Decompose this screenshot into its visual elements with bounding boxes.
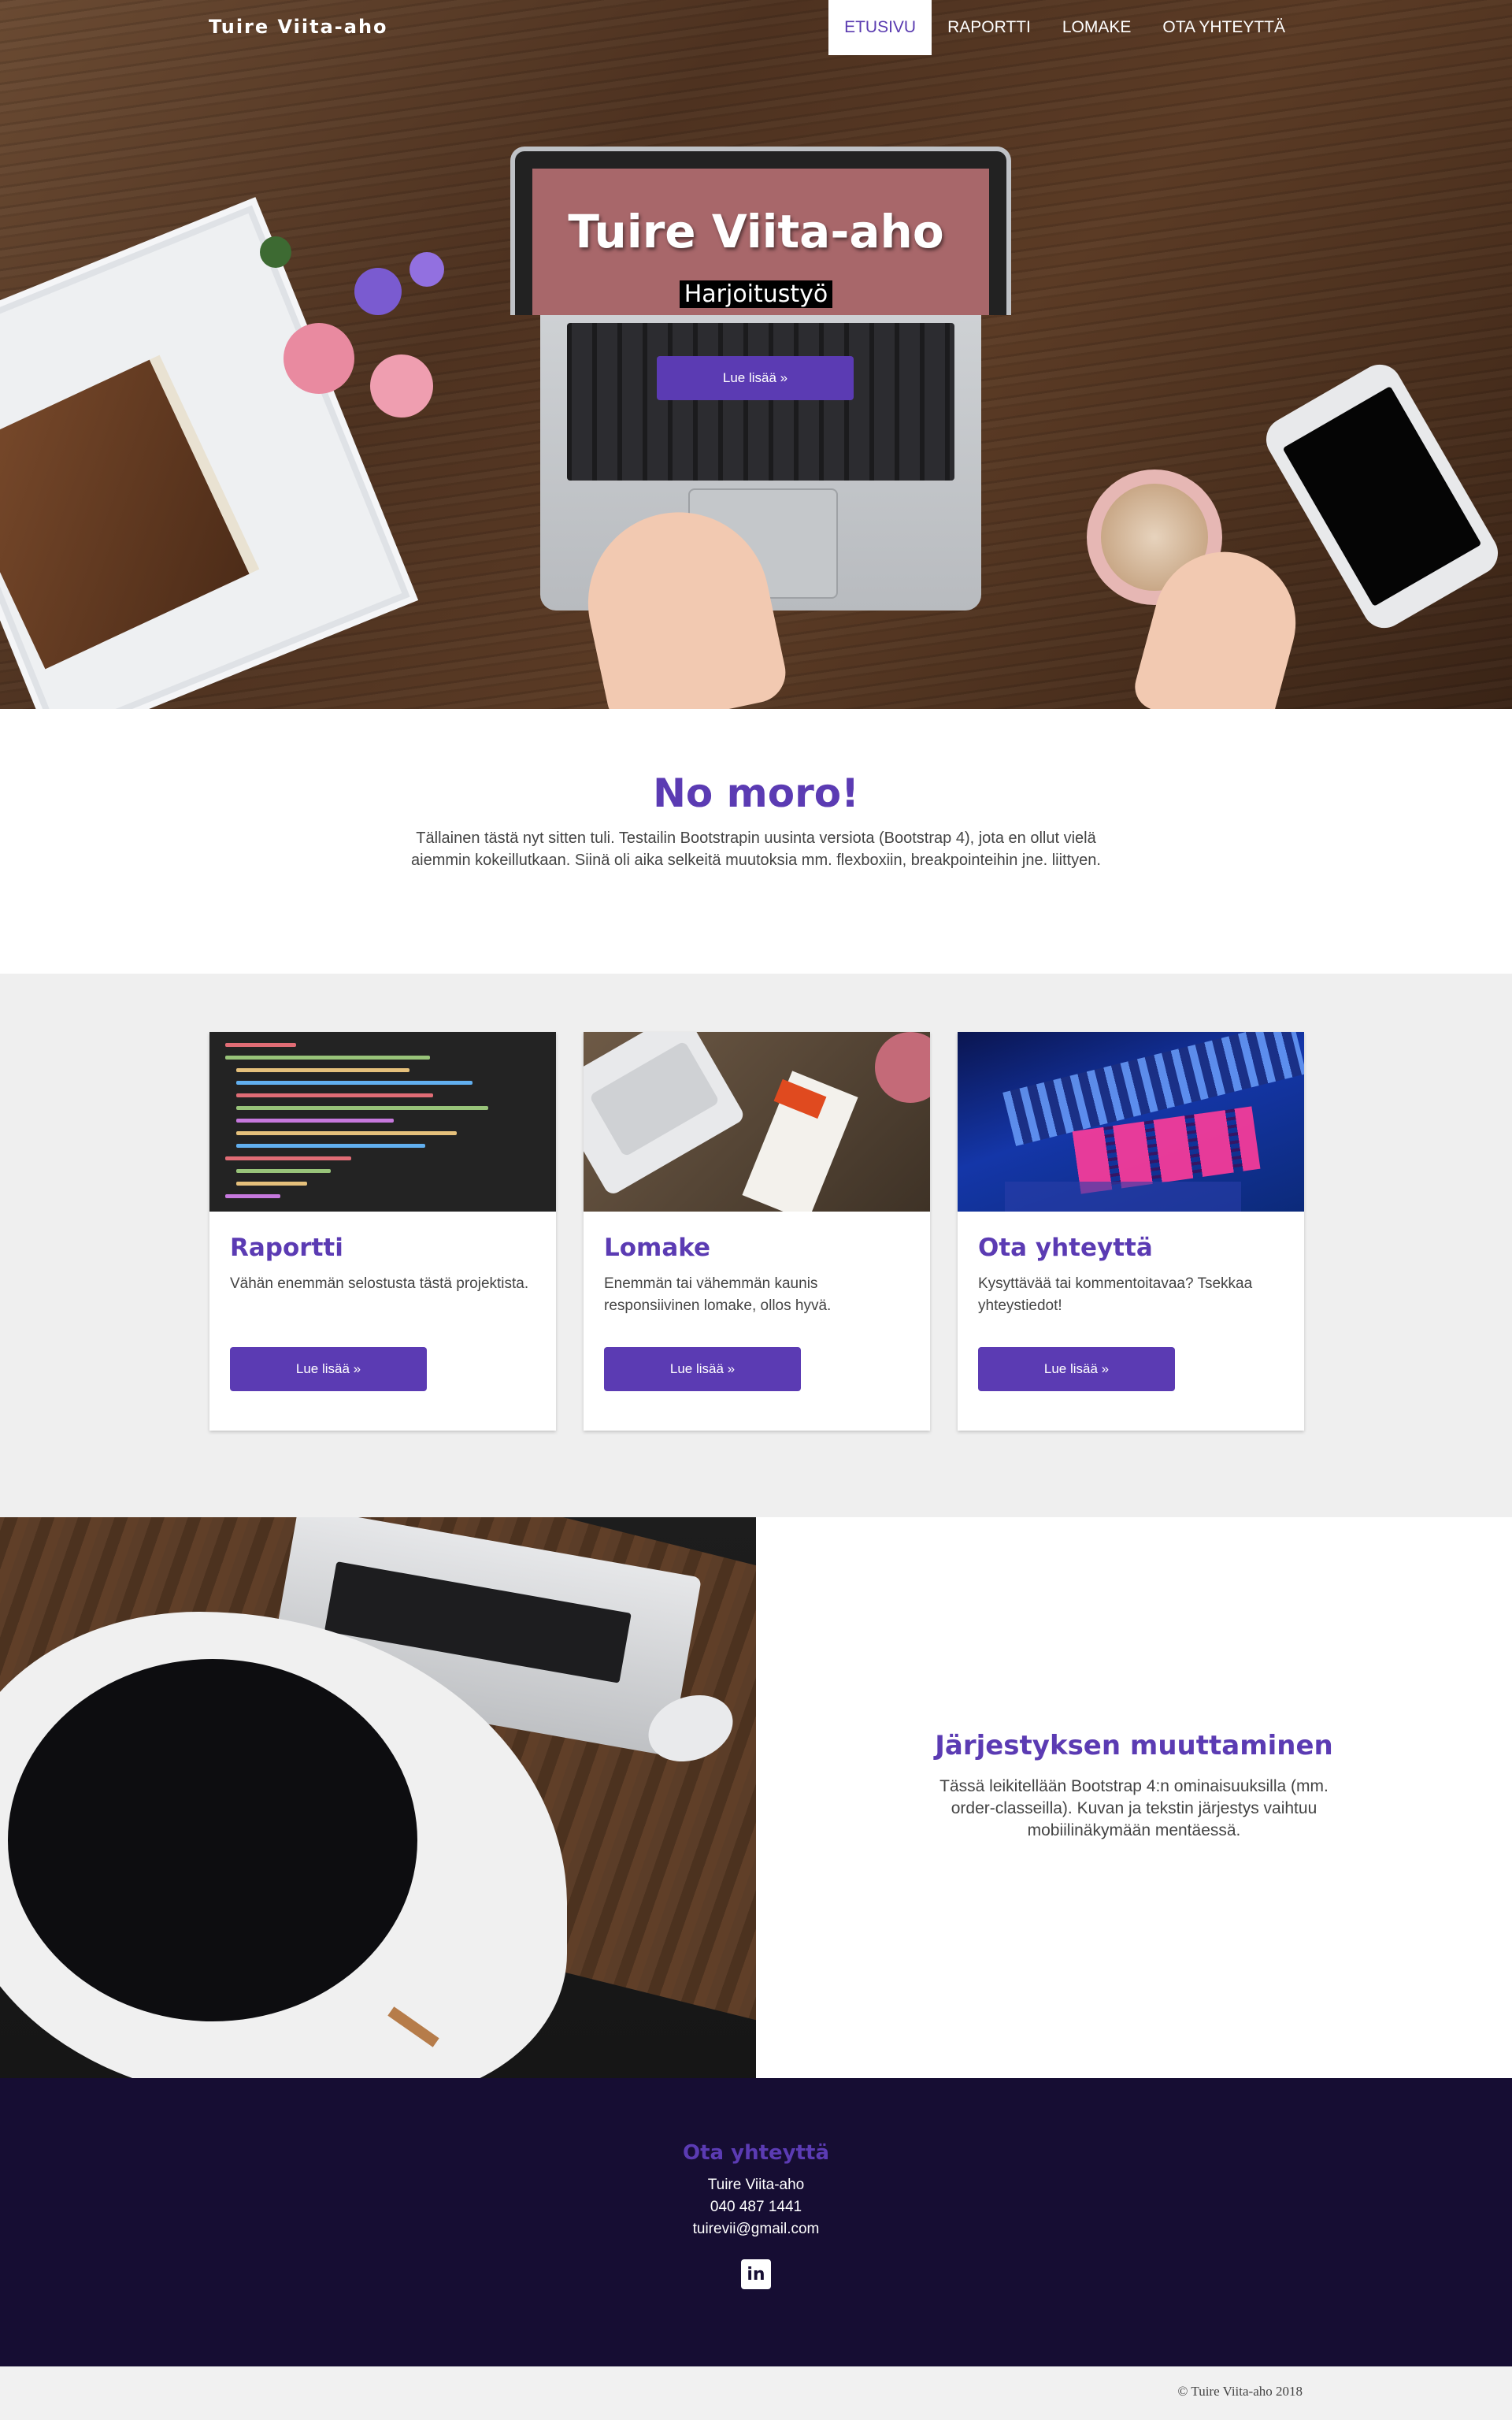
card-read-more-button[interactable]: Lue lisää »	[230, 1347, 427, 1391]
footer-email[interactable]: tuirevii@gmail.com	[0, 2218, 1512, 2240]
linkedin-icon[interactable]: in	[741, 2259, 771, 2289]
footer-phone: 040 487 1441	[710, 2199, 802, 2215]
card-read-more-button[interactable]: Lue lisää »	[604, 1347, 801, 1391]
card-image-desk	[584, 1032, 930, 1212]
hero-phone	[1258, 356, 1506, 637]
card-text: Enemmän tai vähemmän kaunis responsiivin…	[604, 1275, 832, 1314]
split-photo-desk	[0, 1517, 756, 2078]
card-title: Lomake	[604, 1234, 711, 1262]
card-title: Raportti	[230, 1234, 343, 1262]
hero-keyboard	[567, 323, 954, 481]
split-section: Järjestyksen muuttaminen Tässä leikitell…	[0, 1517, 1512, 2078]
footer-name: Tuire Viita-aho	[707, 2177, 805, 2193]
card-image-code	[209, 1032, 556, 1212]
card-read-more-button[interactable]: Lue lisää »	[978, 1347, 1175, 1391]
hero-subtitle-wrap: Harjoitustyö	[0, 280, 1512, 308]
split-text-block: Järjestyksen muuttaminen Tässä leikitell…	[756, 1517, 1512, 2078]
intro-heading: No moro!	[653, 770, 859, 816]
card-lomake: Lomake Enemmän tai vähemmän kaunis respo…	[584, 1032, 930, 1431]
navbar-brand[interactable]: Tuire Viita-aho	[209, 16, 388, 38]
card-text: Vähän enemmän selostusta tästä projektis…	[230, 1275, 529, 1292]
copyright-text: © Tuire Viita-aho 2018	[1177, 2384, 1303, 2399]
top-navbar: Tuire Viita-aho ETUSIVU RAPORTTI LOMAKE …	[0, 0, 1512, 55]
card-text: Kysyttävää tai kommentoitavaa? Tsekkaa y…	[978, 1275, 1253, 1314]
split-text: Tässä leikitellään Bootstrap 4:n ominais…	[939, 1777, 1329, 1839]
copyright-bar: © Tuire Viita-aho 2018	[0, 2366, 1512, 2420]
footer-heading: Ota yhteyttä	[683, 2141, 829, 2165]
nav-item-raportti[interactable]: RAPORTTI	[932, 0, 1047, 55]
hero-read-more-button[interactable]: Lue lisää »	[657, 356, 854, 400]
hero-section: Tuire Viita-aho ETUSIVU RAPORTTI LOMAKE …	[0, 0, 1512, 709]
nav-item-etusivu[interactable]: ETUSIVU	[828, 0, 932, 55]
hero-title: Tuire Viita-aho	[568, 205, 944, 258]
hero-subtitle: Harjoitustyö	[679, 280, 833, 308]
nav-item-lomake[interactable]: LOMAKE	[1047, 0, 1147, 55]
card-raportti: Raportti Vähän enemmän selostusta tästä …	[209, 1032, 556, 1431]
nav-item-ota-yhteytta[interactable]: OTA YHTEYTTÄ	[1147, 0, 1301, 55]
split-heading: Järjestyksen muuttaminen	[935, 1730, 1333, 1761]
nav-menu: ETUSIVU RAPORTTI LOMAKE OTA YHTEYTTÄ	[828, 0, 1301, 55]
card-title: Ota yhteyttä	[978, 1234, 1153, 1262]
card-image-music	[958, 1032, 1304, 1212]
cards-section: Raportti Vähän enemmän selostusta tästä …	[0, 974, 1512, 1517]
intro-text: Tällainen tästä nyt sitten tuli. Testail…	[411, 830, 1101, 869]
intro-section: No moro! Tällainen tästä nyt sitten tuli…	[0, 709, 1512, 974]
card-ota-yhteytta: Ota yhteyttä Kysyttävää tai kommentoitav…	[958, 1032, 1304, 1431]
contact-footer: Ota yhteyttä Tuire Viita-aho 040 487 144…	[0, 2078, 1512, 2366]
